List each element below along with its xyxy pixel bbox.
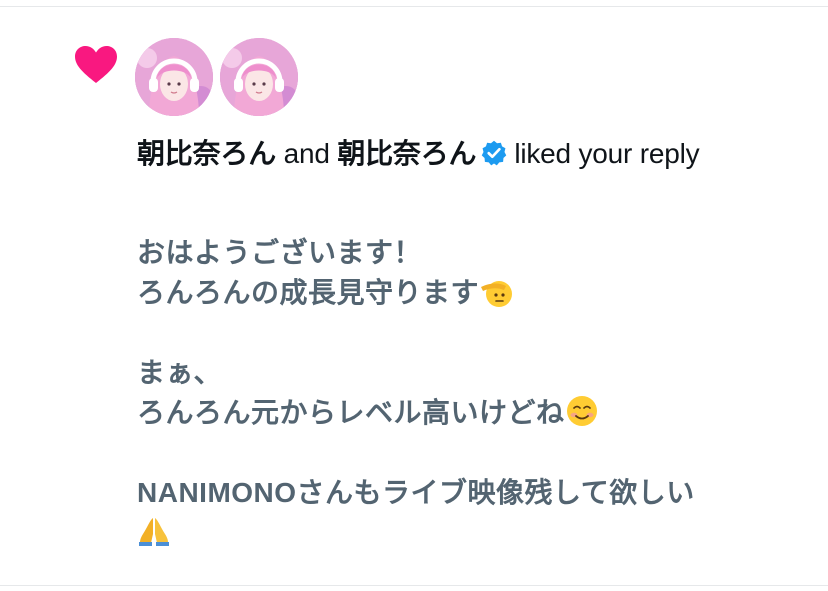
reply-line-text: まぁ、 bbox=[137, 357, 222, 388]
reply-line: おはようございます！ bbox=[137, 233, 797, 273]
smiling-face-emoji bbox=[566, 396, 597, 426]
heart-icon bbox=[75, 46, 117, 83]
bottom-divider bbox=[0, 585, 828, 586]
avatar[interactable] bbox=[220, 38, 298, 116]
reply-line bbox=[137, 513, 797, 553]
user-name-link[interactable]: 朝比奈ろん bbox=[337, 138, 476, 169]
reply-line bbox=[137, 433, 797, 473]
saluting-face-emoji bbox=[481, 281, 513, 307]
folded-hands-emoji bbox=[139, 518, 169, 546]
reply-line-text: NANIMONOさんもライブ映像残して欲しい bbox=[137, 477, 695, 508]
verified-badge-icon bbox=[482, 140, 507, 166]
notification-headline: 朝比奈ろん and 朝比奈ろん liked your reply bbox=[137, 133, 757, 175]
reply-text[interactable]: おはようございます！ ろんろんの成長見守ります まぁ、 ろんろん元からレベル高い… bbox=[137, 233, 797, 553]
reply-line: ろんろん元からレベル高いけどね bbox=[137, 393, 797, 433]
reply-line: ろんろんの成長見守ります bbox=[137, 273, 797, 313]
like-notification[interactable]: 朝比奈ろん and 朝比奈ろん liked your reply おはようござい… bbox=[0, 7, 828, 585]
reply-line bbox=[137, 313, 797, 353]
reply-line: まぁ、 bbox=[137, 353, 797, 393]
action-text: liked your bbox=[514, 138, 633, 169]
action-text: reply bbox=[639, 138, 700, 169]
avatar-group bbox=[135, 38, 298, 116]
avatar[interactable] bbox=[135, 38, 213, 116]
avatar-image bbox=[220, 38, 298, 116]
user-name-link[interactable]: 朝比奈ろん bbox=[137, 138, 276, 169]
reply-line-text: ろんろん元からレベル高いけどね bbox=[137, 397, 565, 428]
connector-text: and bbox=[283, 138, 330, 169]
reply-line-text: おはようございます！ bbox=[137, 237, 423, 268]
reply-line: NANIMONOさんもライブ映像残して欲しい bbox=[137, 473, 797, 513]
reply-line-text: ろんろんの成長見守ります bbox=[137, 277, 480, 308]
avatar-image bbox=[135, 38, 213, 116]
